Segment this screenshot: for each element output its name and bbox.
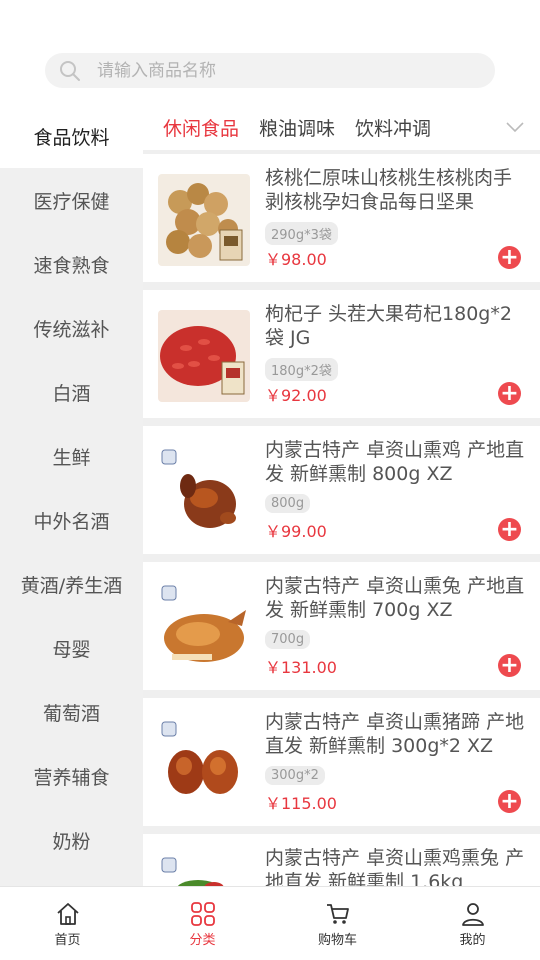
category-sidebar: 食品饮料 医疗保健 速食熟食 传统滋补 白酒 生鲜 中外名酒 黄酒/养生酒 母婴… (0, 104, 143, 886)
cart-icon (325, 901, 351, 927)
sidebar-item-milk-powder[interactable]: 奶粉 (0, 808, 143, 872)
nav-label: 分类 (189, 933, 216, 948)
product-card[interactable]: 内蒙古特产 卓资山熏兔 产地直发 新鲜熏制 700g XZ 700g ￥131.… (143, 562, 540, 690)
product-price: ￥115.00 (265, 794, 337, 813)
product-list: 核桃仁原味山核桃生核桃肉手剥核桃孕妇食品每日坚果 290g*3袋 ￥98.00 … (143, 154, 540, 886)
product-title: 内蒙古特产 卓资山熏兔 产地直发 新鲜熏制 700g XZ (265, 575, 525, 621)
add-to-cart-icon[interactable]: + (498, 654, 521, 677)
chevron-down-icon[interactable] (504, 116, 526, 138)
product-title: 核桃仁原味山核桃生核桃肉手剥核桃孕妇食品每日坚果 (265, 167, 513, 213)
tab-beverages[interactable]: 饮料冲调 (355, 114, 431, 141)
product-card[interactable]: 内蒙古特产 卓资山熏鸡 产地直发 新鲜熏制 800g XZ 800g ￥99.0… (143, 426, 540, 554)
sidebar-item-nutrition[interactable]: 营养辅食 (0, 744, 143, 808)
nav-label: 首页 (54, 933, 81, 948)
sidebar-item-food-drinks[interactable]: 食品饮料 (0, 104, 143, 168)
tab-grain-oil[interactable]: 粮油调味 (259, 114, 335, 141)
nav-profile[interactable]: 我的 (405, 887, 540, 960)
search-icon (59, 60, 81, 82)
add-to-cart-icon[interactable]: + (498, 790, 521, 813)
add-to-cart-icon[interactable]: + (498, 246, 521, 269)
product-image-walnut (158, 174, 250, 266)
product-title: 内蒙古特产 卓资山熏鸡熏兔 产地直发 新鲜熏制 1.6kg (265, 847, 525, 886)
bottom-nav: 首页 分类 购物车 我的 (0, 886, 540, 960)
product-card[interactable]: 枸杞子 头茬大果苟杞180g*2袋 JG 180g*2袋 ￥92.00 + (143, 290, 540, 418)
product-card[interactable]: 内蒙古特产 卓资山熏鸡熏兔 产地直发 新鲜熏制 1.6kg (143, 834, 540, 886)
user-icon (460, 901, 486, 927)
nav-label: 购物车 (317, 933, 357, 948)
product-image-smoked-rabbit (158, 582, 250, 674)
sidebar-item-baijiu[interactable]: 白酒 (0, 360, 143, 424)
subcategory-tabs: 休闲食品 粮油调味 饮料冲调 (143, 104, 540, 158)
search-input[interactable] (97, 60, 477, 81)
sidebar-item-wine[interactable]: 葡萄酒 (0, 680, 143, 744)
add-to-cart-icon[interactable]: + (498, 518, 521, 541)
product-spec: 300g*2 (265, 766, 325, 785)
category-icon (190, 901, 216, 927)
product-title: 枸杞子 头茬大果苟杞180g*2袋 JG (265, 303, 512, 349)
home-icon (55, 901, 81, 927)
product-image-chicken-rabbit-combo (158, 854, 250, 886)
product-spec: 290g*3袋 (265, 222, 338, 245)
product-spec: 700g (265, 630, 311, 649)
product-price: ￥99.00 (265, 522, 327, 541)
sidebar-item-instant-food[interactable]: 速食熟食 (0, 232, 143, 296)
sidebar-item-baby[interactable]: 母婴 (0, 616, 143, 680)
product-card[interactable]: 内蒙古特产 卓资山熏猪蹄 产地直发 新鲜熏制 300g*2 XZ 300g*2 … (143, 698, 540, 826)
sidebar-item-yellow-wine[interactable]: 黄酒/养生酒 (0, 552, 143, 616)
product-image-smoked-trotter (158, 718, 250, 810)
nav-home[interactable]: 首页 (0, 887, 135, 960)
product-title: 内蒙古特产 卓资山熏鸡 产地直发 新鲜熏制 800g XZ (265, 439, 525, 485)
product-image-goji (158, 310, 250, 402)
product-spec: 800g (265, 494, 311, 513)
sidebar-item-famous-liquor[interactable]: 中外名酒 (0, 488, 143, 552)
sidebar-item-healthcare[interactable]: 医疗保健 (0, 168, 143, 232)
product-image-smoked-chicken (158, 446, 250, 538)
search-bar-area (0, 0, 540, 104)
sidebar-item-traditional-tonic[interactable]: 传统滋补 (0, 296, 143, 360)
product-spec: 180g*2袋 (265, 358, 338, 381)
tab-snacks[interactable]: 休闲食品 (163, 114, 239, 141)
nav-cart[interactable]: 购物车 (270, 887, 405, 960)
sidebar-item-fresh[interactable]: 生鲜 (0, 424, 143, 488)
nav-category[interactable]: 分类 (135, 887, 270, 960)
product-price: ￥131.00 (265, 658, 337, 677)
product-card[interactable]: 核桃仁原味山核桃生核桃肉手剥核桃孕妇食品每日坚果 290g*3袋 ￥98.00 … (143, 154, 540, 282)
nav-label: 我的 (459, 933, 486, 948)
add-to-cart-icon[interactable]: + (498, 382, 521, 405)
product-price: ￥98.00 (265, 250, 327, 269)
product-title: 内蒙古特产 卓资山熏猪蹄 产地直发 新鲜熏制 300g*2 XZ (265, 711, 525, 757)
search-box[interactable] (45, 53, 495, 88)
product-price: ￥92.00 (265, 386, 327, 405)
